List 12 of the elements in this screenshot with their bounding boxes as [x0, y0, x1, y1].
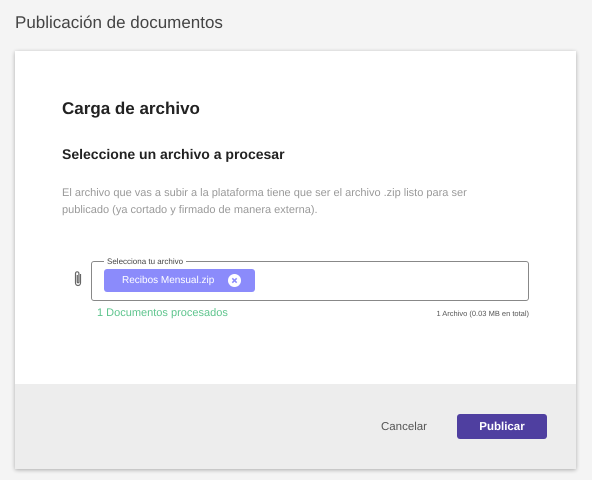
description-text: El archivo que vas a subir a la plataforma tiene que ser el archivo .zip listo para ser publicado (ya cortado y firmado de manera externa).: [62, 186, 468, 218]
paperclip-icon: [73, 270, 83, 288]
publish-button[interactable]: Publicar: [457, 414, 547, 439]
file-name: Recibos Mensual.zip: [122, 274, 214, 286]
page-title: Publicación de documentos: [15, 12, 224, 34]
section-subtitle: Seleccione un archivo a procesar: [62, 146, 286, 162]
field-label: Selecciona tu archivo: [106, 257, 184, 266]
processed-count: 1 Documentos procesados: [97, 307, 228, 319]
cancel-button[interactable]: Cancelar: [378, 414, 429, 439]
card-title: Carga de archivo: [62, 99, 201, 119]
close-icon[interactable]: [228, 274, 242, 286]
file-field[interactable]: Selecciona tu archivo Recibos Mensual.zip: [91, 257, 529, 301]
